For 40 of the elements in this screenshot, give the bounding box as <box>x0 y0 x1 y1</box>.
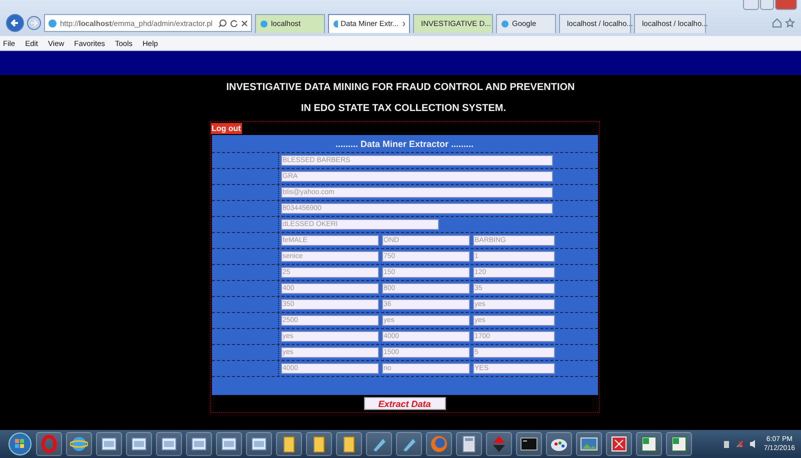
folder-icon <box>343 435 355 453</box>
picture-frame-icon <box>580 437 598 451</box>
terminal-icon <box>520 437 538 451</box>
spreadsheet-icon <box>671 436 687 452</box>
glass-icon <box>371 436 387 452</box>
page-icon <box>48 18 57 28</box>
folder-icon <box>313 435 325 453</box>
folder-icon <box>283 435 295 453</box>
form-title: ......... Data Miner Extractor ......... <box>334 138 475 150</box>
spreadsheet-icon <box>641 436 657 452</box>
tray-icons[interactable] <box>722 439 758 449</box>
search-icon[interactable] <box>218 18 227 28</box>
star-icon[interactable] <box>785 18 795 28</box>
page-icon <box>260 20 268 28</box>
page-title: INVESTIGATIVE DATA MINING FOR FRAUD CONTROL AND PREVENTION <box>226 80 575 94</box>
window-icon <box>191 436 207 452</box>
home-icon[interactable] <box>772 18 782 28</box>
refresh-icon[interactable] <box>230 19 238 27</box>
calculator-icon <box>462 435 476 453</box>
right-arrow-icon <box>30 19 38 27</box>
left-arrow-icon <box>10 18 20 28</box>
logout-link[interactable]: Log out <box>210 123 242 134</box>
window-icon <box>221 436 237 452</box>
glass-icon <box>401 436 417 452</box>
window-icon <box>251 436 267 452</box>
extract-button[interactable]: Extract Data <box>364 397 446 410</box>
up-down-arrow-icon <box>492 435 506 453</box>
back-button[interactable] <box>6 14 24 32</box>
window-icon <box>131 436 147 452</box>
start-button[interactable] <box>8 432 32 456</box>
page-subtitle: IN EDO STATE TAX COLLECTION SYSTEM. <box>300 102 506 116</box>
page-icon <box>333 20 338 28</box>
ring-icon <box>41 435 57 453</box>
document-icon <box>611 436 627 452</box>
window-icon <box>161 436 177 452</box>
window-icon <box>101 436 117 452</box>
page-icon <box>501 20 509 28</box>
forward-button[interactable] <box>27 16 41 30</box>
globe-icon <box>430 435 448 453</box>
globe-icon <box>70 435 88 453</box>
